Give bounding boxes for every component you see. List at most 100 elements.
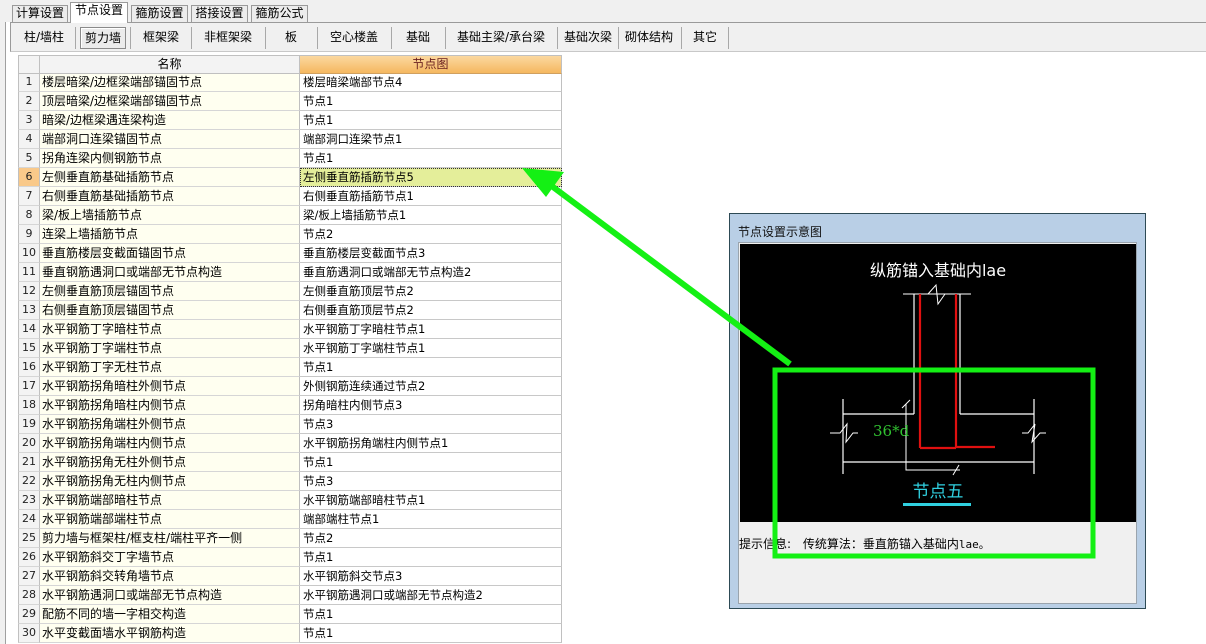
tab-calc-settings[interactable]: 计算设置 bbox=[12, 5, 68, 22]
table-row[interactable]: 19 水平钢筋拐角端柱外侧节点 节点3 bbox=[18, 415, 562, 434]
table-row[interactable]: 1 楼层暗梁/边框梁端部锚固节点 楼层暗梁端部节点4 bbox=[18, 73, 562, 92]
row-number[interactable]: 2 bbox=[18, 92, 40, 111]
row-number[interactable]: 16 bbox=[18, 358, 40, 377]
node-diagram-cell[interactable]: 节点3 bbox=[300, 415, 562, 434]
subtab-hollow-floor[interactable]: 空心楼盖 bbox=[321, 27, 387, 49]
table-row[interactable]: 30 水平变截面墙水平钢筋构造 节点1 bbox=[18, 624, 562, 643]
table-row[interactable]: 20 水平钢筋拐角端柱内侧节点 水平钢筋拐角端柱内侧节点1 bbox=[18, 434, 562, 453]
table-row[interactable]: 5 拐角连梁内侧钢筋节点 节点1 bbox=[18, 149, 562, 168]
node-diagram-cell[interactable]: 节点1 bbox=[300, 92, 562, 111]
tab-node-settings[interactable]: 节点设置 bbox=[70, 2, 128, 23]
subtab-column[interactable]: 柱/墙柱 bbox=[15, 27, 73, 49]
row-number[interactable]: 4 bbox=[18, 130, 40, 149]
table-row[interactable]: 29 配筋不同的墙一字相交构造 节点1 bbox=[18, 605, 562, 624]
subtab-frame-beam[interactable]: 框架梁 bbox=[135, 27, 187, 49]
node-diagram-cell[interactable]: 垂直筋楼层变截面节点3 bbox=[300, 244, 562, 263]
node-diagram-cell[interactable]: 左侧垂直筋顶层节点2 bbox=[300, 282, 562, 301]
tab-lap-settings[interactable]: 搭接设置 bbox=[191, 5, 248, 22]
column-header-node-diagram[interactable]: 节点图 bbox=[300, 56, 562, 74]
node-diagram-cell[interactable]: 水平钢筋丁字暗柱节点1 bbox=[300, 320, 562, 339]
table-row[interactable]: 10 垂直筋楼层变截面锚固节点 垂直筋楼层变截面节点3 bbox=[18, 244, 562, 263]
node-diagram-cell[interactable]: 节点1 bbox=[300, 453, 562, 472]
node-diagram-cell[interactable]: 水平钢筋端部暗柱节点1 bbox=[300, 491, 562, 510]
subtab-foundation-main-beam[interactable]: 基础主梁/承台梁 bbox=[449, 27, 553, 49]
row-number[interactable]: 11 bbox=[18, 263, 40, 282]
table-row[interactable]: 25 剪力墙与框架柱/框支柱/端柱平齐一侧 节点2 bbox=[18, 529, 562, 548]
node-diagram-cell[interactable]: 拐角暗柱内侧节点3 bbox=[300, 396, 562, 415]
node-diagram-cell[interactable]: 梁/板上墙插筋节点1 bbox=[300, 206, 562, 225]
row-number[interactable]: 17 bbox=[18, 377, 40, 396]
node-diagram-cell[interactable]: 水平钢筋拐角端柱内侧节点1 bbox=[300, 434, 562, 453]
table-row[interactable]: 3 暗梁/边框梁遇连梁构造 节点1 bbox=[18, 111, 562, 130]
subtab-non-frame-beam[interactable]: 非框架梁 bbox=[195, 27, 261, 49]
row-number[interactable]: 25 bbox=[18, 529, 40, 548]
table-row[interactable]: 18 水平钢筋拐角暗柱内侧节点 拐角暗柱内侧节点3 bbox=[18, 396, 562, 415]
node-diagram-cell[interactable]: 节点2 bbox=[300, 529, 562, 548]
table-row[interactable]: 23 水平钢筋端部暗柱节点 水平钢筋端部暗柱节点1 bbox=[18, 491, 562, 510]
table-row[interactable]: 17 水平钢筋拐角暗柱外侧节点 外侧钢筋连续通过节点2 bbox=[18, 377, 562, 396]
subtab-other[interactable]: 其它 bbox=[685, 27, 725, 49]
table-row[interactable]: 14 水平钢筋丁字暗柱节点 水平钢筋丁字暗柱节点1 bbox=[18, 320, 562, 339]
node-diagram-cell[interactable]: 节点2 bbox=[300, 225, 562, 244]
table-row[interactable]: 2 顶层暗梁/边框梁端部锚固节点 节点1 bbox=[18, 92, 562, 111]
table-row[interactable]: 21 水平钢筋拐角无柱外侧节点 节点1 bbox=[18, 453, 562, 472]
node-diagram-cell[interactable]: 垂直筋遇洞口或端部无节点构造2 bbox=[300, 263, 562, 282]
node-diagram-cell[interactable]: 右侧垂直筋顶层节点2 bbox=[300, 301, 562, 320]
subtab-shear-wall[interactable]: 剪力墙 bbox=[80, 27, 126, 49]
row-number[interactable]: 13 bbox=[18, 301, 40, 320]
subtab-masonry[interactable]: 砌体结构 bbox=[622, 27, 676, 49]
row-number[interactable]: 8 bbox=[18, 206, 40, 225]
node-diagram-cell[interactable]: 节点1 bbox=[300, 624, 562, 643]
row-number[interactable]: 5 bbox=[18, 149, 40, 168]
row-number[interactable]: 27 bbox=[18, 567, 40, 586]
node-diagram-cell[interactable]: 节点1 bbox=[300, 358, 562, 377]
table-row[interactable]: 26 水平钢筋斜交丁字墙节点 节点1 bbox=[18, 548, 562, 567]
row-number[interactable]: 19 bbox=[18, 415, 40, 434]
row-number[interactable]: 29 bbox=[18, 605, 40, 624]
row-number[interactable]: 9 bbox=[18, 225, 40, 244]
row-number[interactable]: 12 bbox=[18, 282, 40, 301]
table-row[interactable]: 28 水平钢筋遇洞口或端部无节点构造 水平钢筋遇洞口或端部无节点构造2 bbox=[18, 586, 562, 605]
row-number[interactable]: 24 bbox=[18, 510, 40, 529]
row-number[interactable]: 18 bbox=[18, 396, 40, 415]
node-diagram-cell[interactable]: 外侧钢筋连续通过节点2 bbox=[300, 377, 562, 396]
row-number[interactable]: 26 bbox=[18, 548, 40, 567]
row-number[interactable]: 21 bbox=[18, 453, 40, 472]
row-number[interactable]: 20 bbox=[18, 434, 40, 453]
table-row[interactable]: 24 水平钢筋端部端柱节点 端部端柱节点1 bbox=[18, 510, 562, 529]
table-row[interactable]: 11 垂直钢筋遇洞口或端部无节点构造 垂直筋遇洞口或端部无节点构造2 bbox=[18, 263, 562, 282]
subtab-foundation-secondary-beam[interactable]: 基础次梁 bbox=[561, 27, 615, 49]
node-diagram-cell[interactable]: 端部洞口连梁节点1 bbox=[300, 130, 562, 149]
table-row[interactable]: 9 连梁上墙插筋节点 节点2 bbox=[18, 225, 562, 244]
table-row[interactable]: 6 左侧垂直筋基础插筋节点 左侧垂直筋插筋节点5 bbox=[18, 168, 562, 187]
table-row[interactable]: 16 水平钢筋丁字无柱节点 节点1 bbox=[18, 358, 562, 377]
node-diagram-cell[interactable]: 水平钢筋遇洞口或端部无节点构造2 bbox=[300, 586, 562, 605]
node-diagram-cell[interactable]: 节点1 bbox=[300, 111, 562, 130]
table-row[interactable]: 7 右侧垂直筋基础插筋节点 右侧垂直筋插筋节点1 bbox=[18, 187, 562, 206]
row-number[interactable]: 14 bbox=[18, 320, 40, 339]
node-diagram-cell[interactable]: 端部端柱节点1 bbox=[300, 510, 562, 529]
node-diagram-cell[interactable]: 节点1 bbox=[300, 548, 562, 567]
table-row[interactable]: 22 水平钢筋拐角无柱内侧节点 节点3 bbox=[18, 472, 562, 491]
tab-stirrup-formula[interactable]: 箍筋公式 bbox=[251, 5, 308, 22]
row-number[interactable]: 1 bbox=[18, 73, 40, 92]
table-row[interactable]: 12 左侧垂直筋顶层锚固节点 左侧垂直筋顶层节点2 bbox=[18, 282, 562, 301]
table-row[interactable]: 13 右侧垂直筋顶层锚固节点 右侧垂直筋顶层节点2 bbox=[18, 301, 562, 320]
row-number[interactable]: 10 bbox=[18, 244, 40, 263]
table-row[interactable]: 4 端部洞口连梁锚固节点 端部洞口连梁节点1 bbox=[18, 130, 562, 149]
node-diagram-cell[interactable]: 楼层暗梁端部节点4 bbox=[300, 73, 562, 92]
row-number[interactable]: 22 bbox=[18, 472, 40, 491]
row-number[interactable]: 28 bbox=[18, 586, 40, 605]
row-number[interactable]: 3 bbox=[18, 111, 40, 130]
subtab-foundation[interactable]: 基础 bbox=[395, 27, 441, 49]
node-diagram-cell[interactable]: 右侧垂直筋插筋节点1 bbox=[300, 187, 562, 206]
row-number[interactable]: 15 bbox=[18, 339, 40, 358]
table-row[interactable]: 8 梁/板上墙插筋节点 梁/板上墙插筋节点1 bbox=[18, 206, 562, 225]
node-diagram-cell[interactable]: 节点1 bbox=[300, 605, 562, 624]
node-diagram-cell[interactable]: 左侧垂直筋插筋节点5 bbox=[300, 168, 562, 187]
row-number[interactable]: 30 bbox=[18, 624, 40, 643]
node-diagram-cell[interactable]: 水平钢筋斜交节点3 bbox=[300, 567, 562, 586]
node-diagram-cell[interactable]: 节点3 bbox=[300, 472, 562, 491]
table-row[interactable]: 15 水平钢筋丁字端柱节点 水平钢筋丁字端柱节点1 bbox=[18, 339, 562, 358]
node-diagram-cell[interactable]: 节点1 bbox=[300, 149, 562, 168]
